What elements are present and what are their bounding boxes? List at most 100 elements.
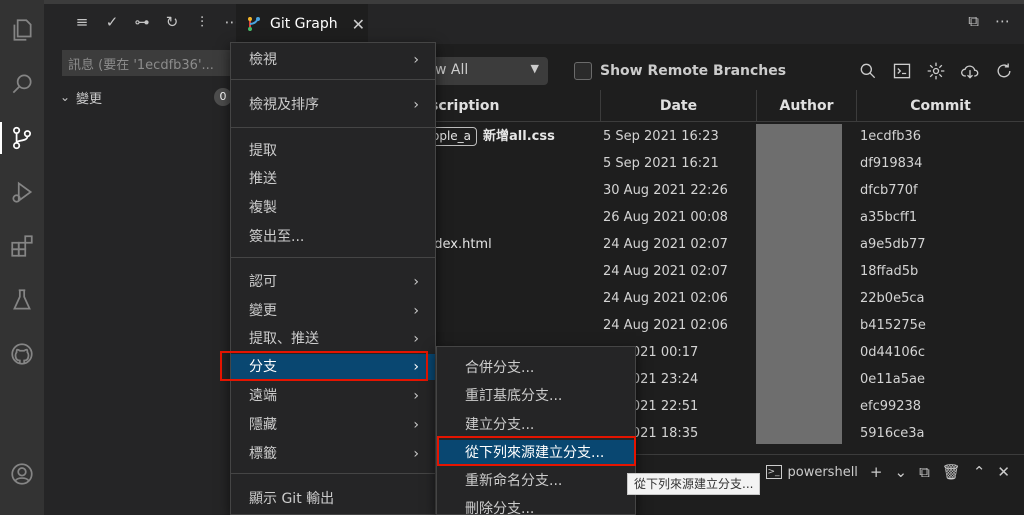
branch-select-value: w All	[435, 62, 469, 78]
fetch-cloud-icon[interactable]	[960, 60, 980, 82]
commit-message: 新增all.css	[483, 129, 555, 144]
gear-icon[interactable]	[926, 60, 946, 82]
menu-separator	[231, 127, 435, 128]
menu-tooltip: 從下列來源建立分支...	[627, 473, 761, 495]
terminal-icon: >_	[765, 465, 782, 479]
column-date[interactable]: Date	[600, 90, 756, 122]
menu-item-view-sort[interactable]: 檢視及排序 ›	[231, 92, 435, 118]
menu-item-checkout[interactable]: 簽出至...	[231, 224, 435, 250]
branch-submenu: 合併分支... 重訂基底分支... 建立分支... 從下列來源建立分支... 重…	[436, 346, 636, 515]
menu-item-create-branch[interactable]: 建立分支...	[437, 412, 635, 438]
commit-hash: 1ecdfb36	[860, 129, 922, 144]
tab-title: Git Graph	[270, 16, 338, 32]
testing-icon[interactable]	[0, 278, 44, 322]
commit-hash: a35bcff1	[860, 210, 918, 225]
sidebar-top-border	[44, 0, 236, 4]
menu-item-commit[interactable]: 認可 ›	[231, 269, 435, 295]
commit-date: 30 Aug 2021 22:26	[603, 183, 728, 198]
menu-item-delete-branch[interactable]: 刪除分支...	[437, 496, 635, 515]
chevron-down-icon: ▼	[530, 62, 539, 75]
commit-description: ople_a 新增all.css	[426, 123, 555, 150]
chevron-right-icon: ›	[413, 417, 419, 433]
chevron-down-icon: ⌄	[60, 90, 71, 104]
trash-icon[interactable]: 🗑	[942, 463, 961, 481]
chevron-right-icon: ›	[413, 388, 419, 404]
commit-hash: 0e11a5ae	[860, 372, 926, 387]
branch-select[interactable]: w All ▼	[426, 57, 548, 85]
search-icon[interactable]	[0, 62, 44, 106]
github-icon[interactable]	[0, 332, 44, 376]
commit-hash: df919834	[860, 156, 923, 171]
menu-item-pull[interactable]: 提取	[231, 138, 435, 164]
menu-separator	[231, 79, 435, 80]
more-actions-menu: 檢視 › 檢視及排序 › 提取 推送 複製 簽出至... 認可 › 變更 › 提取、推送…	[230, 42, 436, 515]
annotation-highlight-branch	[220, 351, 428, 381]
editor-actions: ⧉ ⋯	[968, 12, 1010, 30]
menu-item-changes[interactable]: 變更 ›	[231, 298, 435, 324]
menu-item-view[interactable]: 檢視 ›	[231, 47, 435, 73]
column-description[interactable]: scription	[426, 90, 600, 122]
chevron-right-icon: ›	[413, 446, 419, 462]
menu-item-merge-branch[interactable]: 合併分支...	[437, 355, 635, 381]
files-icon[interactable]	[0, 8, 44, 52]
chevron-down-icon[interactable]: ⌄	[895, 463, 908, 481]
maximize-panel-icon[interactable]: ⌃	[973, 463, 986, 481]
column-commit[interactable]: Commit	[856, 90, 1024, 122]
sidebar-actions: ≡ ✓ ⊶ ↻ ⫶ ⋯	[72, 10, 242, 34]
changes-label: 變更	[76, 91, 103, 107]
chevron-right-icon: ›	[413, 97, 419, 113]
source-control-sidebar: ≡ ✓ ⊶ ↻ ⫶ ⋯ 訊息 (要在 '1ecdfb36'... ⌄ 變更 0	[44, 0, 240, 515]
new-terminal-icon[interactable]: +	[870, 463, 883, 481]
run-debug-icon[interactable]	[0, 170, 44, 214]
git-graph-icon	[248, 17, 260, 31]
refresh-icon[interactable]	[994, 60, 1014, 82]
extensions-icon[interactable]	[0, 224, 44, 268]
changes-section-header[interactable]: ⌄ 變更 0	[60, 86, 232, 108]
commit-date: 24 Aug 2021 02:06	[603, 318, 728, 333]
refresh-icon[interactable]: ↻	[162, 10, 182, 34]
terminal-icon[interactable]	[892, 60, 912, 82]
chevron-right-icon: ›	[413, 331, 419, 347]
branch-compare-icon[interactable]: ⊶	[132, 10, 152, 34]
menu-item-remote[interactable]: 遠端 ›	[231, 383, 435, 409]
menu-item-show-git-output[interactable]: 顯示 Git 輸出	[231, 486, 435, 512]
commit-hash: 22b0e5ca	[860, 291, 925, 306]
commit-message-input[interactable]: 訊息 (要在 '1ecdfb36'...	[62, 50, 230, 76]
terminal-actions: >_ powershell + ⌄ ⧉ 🗑 ⌃ ✕	[765, 463, 1010, 481]
close-panel-icon[interactable]: ✕	[997, 463, 1010, 481]
menu-item-clone[interactable]: 複製	[231, 195, 435, 221]
show-remote-label: Show Remote Branches	[600, 63, 787, 79]
close-icon[interactable]: ✕	[352, 15, 365, 34]
chevron-right-icon: ›	[413, 52, 419, 68]
account-icon[interactable]	[0, 452, 44, 496]
menu-separator	[231, 257, 435, 258]
commit-hash: 18ffad5b	[860, 264, 919, 279]
split-editor-icon[interactable]: ⧉	[968, 12, 979, 30]
column-author[interactable]: Author	[756, 90, 856, 122]
commit-date: 5 Sep 2021 16:23	[603, 129, 719, 144]
annotation-highlight-create-branch-from	[437, 436, 636, 466]
menu-item-rename-branch[interactable]: 重新命名分支...	[437, 468, 635, 494]
menu-item-tags[interactable]: 標籤 ›	[231, 441, 435, 467]
menu-separator	[231, 473, 435, 474]
commit-hash: dfcb770f	[860, 183, 918, 198]
commit-hash: a9e5db77	[860, 237, 926, 252]
commit-date: 26 Aug 2021 00:08	[603, 210, 728, 225]
menu-item-push[interactable]: 推送	[231, 166, 435, 192]
search-icon[interactable]	[858, 60, 878, 82]
more-actions-icon[interactable]: ⋯	[995, 12, 1010, 30]
show-remote-checkbox[interactable]	[574, 62, 592, 80]
menu-item-pull-push[interactable]: 提取、推送 ›	[231, 326, 435, 352]
check-icon[interactable]: ✓	[102, 10, 122, 34]
commit-date: 24 Aug 2021 02:06	[603, 291, 728, 306]
tab-git-graph[interactable]: Git Graph ✕	[236, 4, 368, 44]
terminal-shell-selector[interactable]: >_ powershell	[765, 465, 858, 480]
commit-date: 24 Aug 2021 02:07	[603, 264, 728, 279]
list-icon[interactable]: ≡	[72, 10, 92, 34]
split-terminal-icon[interactable]: ⧉	[919, 463, 930, 481]
graph-icon[interactable]: ⫶	[192, 10, 212, 34]
editor-tab-bar: Git Graph ✕ ⧉ ⋯	[236, 0, 1024, 44]
menu-item-stash[interactable]: 隱藏 ›	[231, 412, 435, 438]
source-control-icon[interactable]	[0, 116, 44, 160]
menu-item-rebase-branch[interactable]: 重訂基底分支...	[437, 383, 635, 409]
